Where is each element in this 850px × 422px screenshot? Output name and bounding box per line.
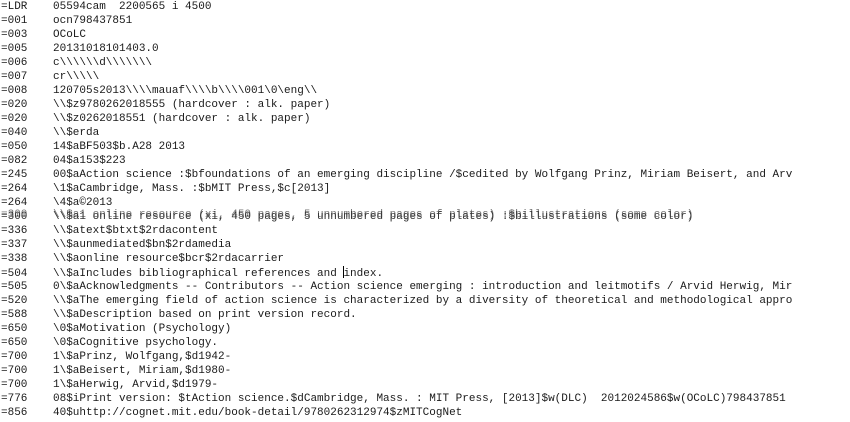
record-line-588[interactable]: =588 \\$aDescription based on print versi…: [1, 308, 792, 322]
field-tag: =264: [1, 197, 28, 209]
field-tag: =300: [1, 211, 28, 223]
record-line-505[interactable]: =505 0\$aAcknowledgments -- Contributors …: [1, 280, 792, 294]
field-tag: =700: [1, 365, 28, 377]
field-tag: =700: [1, 379, 28, 391]
field-content: \\$z9780262018555 (hardcover : alk. pape…: [53, 99, 331, 111]
field-content: cr\\\\\: [53, 71, 100, 83]
record-line-300[interactable]: =300 \\$a1 online resource (xi, 450 pages…: [1, 210, 792, 224]
field-content: \\$a1 online resource (xi, 450 pages, 5 …: [53, 211, 694, 223]
field-tag: =338: [1, 253, 28, 265]
field-content: 120705s2013\\\\mauaf\\\\b\\\\001\0\eng\\: [53, 85, 318, 97]
record-line-650[interactable]: =650 \0$aCognitive psychology.: [1, 336, 792, 350]
field-tag: =003: [1, 29, 28, 41]
field-tag: =020: [1, 113, 28, 125]
marc-record-editor[interactable]: =LDR 05594cam 2200565 i 4500 =001 ocn79843…: [0, 0, 850, 422]
field-content: \\$aThe emerging field of action science…: [53, 295, 793, 307]
record-line-700[interactable]: =700 1\$aPrinz, Wolfgang,$d1942-: [1, 350, 792, 364]
field-content: \0$aMotivation (Psychology): [53, 323, 232, 335]
record-line-007[interactable]: =007 cr\\\\\: [1, 70, 792, 84]
field-tag: =776: [1, 393, 28, 405]
field-tag: =050: [1, 141, 28, 153]
field-tag: =082: [1, 155, 28, 167]
record-line-337[interactable]: =337 \\$aunmediated$bn$2rdamedia: [1, 238, 792, 252]
record-line-504[interactable]: =504 \\$aIncludes bibliographical referen…: [1, 266, 792, 280]
field-content: \\$erda: [53, 127, 100, 139]
field-tag: =020: [1, 99, 28, 111]
field-content: 1\$aPrinz, Wolfgang,$d1942-: [53, 351, 232, 363]
field-tag: =520: [1, 295, 28, 307]
record-line-338[interactable]: =338 \\$aonline resource$bcr$2rdacarrier: [1, 252, 792, 266]
record-line-005[interactable]: =005 20131018101403.0: [1, 42, 792, 56]
field-content: 0\$aAcknowledgments -- Contributors -- A…: [53, 281, 793, 293]
record-line-856[interactable]: =856 40$uhttp://cognet.mit.edu/book-detai…: [1, 406, 792, 420]
record-line-001[interactable]: =001 ocn798437851: [1, 14, 792, 28]
field-tag: =505: [1, 281, 28, 293]
field-content: 20131018101403.0: [53, 43, 159, 55]
field-content: \\$z0262018551 (hardcover : alk. paper): [53, 113, 311, 125]
field-content: 04$a153$223: [53, 155, 126, 167]
record-line-650[interactable]: =650 \0$aMotivation (Psychology): [1, 322, 792, 336]
field-content: 00$aAction science :$bfoundations of an …: [53, 169, 793, 181]
record-line-520[interactable]: =520 \\$aThe emerging field of action sci…: [1, 294, 792, 308]
field-tag: =001: [1, 15, 28, 27]
record-line-336[interactable]: =336 \\$atext$btxt$2rdacontent: [1, 224, 792, 238]
field-tag: =650: [1, 337, 28, 349]
field-content: OCoLC: [53, 29, 87, 41]
field-content: \\$atext$btxt$2rdacontent: [53, 225, 219, 237]
record-line-040[interactable]: =040 \\$erda: [1, 126, 792, 140]
field-tag: =LDR: [1, 1, 28, 13]
record-line-006[interactable]: =006 c\\\\\\d\\\\\\\: [1, 56, 792, 70]
record-line-776[interactable]: =776 08$iPrint version: $tAction science.…: [1, 392, 792, 406]
record-line-020[interactable]: =020 \\$z0262018551 (hardcover : alk. pap…: [1, 112, 792, 126]
field-content-after-caret: index.: [343, 268, 384, 280]
record-line-008[interactable]: =008 120705s2013\\\\mauaf\\\\b\\\\001\0\e…: [1, 84, 792, 98]
field-content: 40$uhttp://cognet.mit.edu/book-detail/97…: [53, 407, 463, 419]
field-tag: =264: [1, 183, 28, 195]
field-content: 05594cam 2200565 i 4500: [53, 1, 212, 13]
field-content: \4$a©2013: [53, 197, 113, 209]
record-line-245[interactable]: =245 00$aAction science :$bfoundations of…: [1, 168, 792, 182]
field-content: \\$aDescription based on print version r…: [53, 309, 357, 321]
field-tag: =040: [1, 127, 28, 139]
field-tag: =245: [1, 169, 28, 181]
field-tag: =336: [1, 225, 28, 237]
record-line-ldr[interactable]: =LDR 05594cam 2200565 i 4500: [1, 0, 792, 14]
field-tag: =007: [1, 71, 28, 83]
field-content: 1\$aHerwig, Arvid,$d1979-: [53, 379, 219, 391]
field-tag: =588: [1, 309, 28, 321]
field-tag: =650: [1, 323, 28, 335]
field-content: ocn798437851: [53, 15, 133, 27]
record-line-700[interactable]: =700 1\$aBeisert, Miriam,$d1980-: [1, 364, 792, 378]
field-content: \\$aonline resource$bcr$2rdacarrier: [53, 253, 285, 265]
record-line-264[interactable]: =264 \1$aCambridge, Mass. :$bMIT Press,$c…: [1, 182, 792, 196]
field-content: \\$aunmediated$bn$2rdamedia: [53, 239, 232, 251]
record-line-082[interactable]: =082 04$a153$223: [1, 154, 792, 168]
field-tag: =005: [1, 43, 28, 55]
record-line-050[interactable]: =050 14$aBF503$b.A28 2013: [1, 140, 792, 154]
record-line-264[interactable]: =264 \4$a©2013: [1, 196, 792, 210]
field-content-before-caret: \\$aIncludes bibliographical references …: [53, 268, 344, 280]
field-content: \0$aCognitive psychology.: [53, 337, 219, 349]
field-tag: =504: [1, 268, 28, 280]
field-content: c\\\\\\d\\\\\\\: [53, 57, 153, 69]
field-tag: =856: [1, 407, 28, 419]
field-content: 14$aBF503$b.A28 2013: [53, 141, 186, 153]
field-tag: =008: [1, 85, 28, 97]
field-content: 1\$aBeisert, Miriam,$d1980-: [53, 365, 232, 377]
field-content: \1$aCambridge, Mass. :$bMIT Press,$c[201…: [53, 183, 331, 195]
field-content: 08$iPrint version: $tAction science.$dCa…: [53, 393, 786, 405]
record-line-700[interactable]: =700 1\$aHerwig, Arvid,$d1979-: [1, 378, 792, 392]
marc-record-lines: =LDR 05594cam 2200565 i 4500 =001 ocn79843…: [1, 0, 792, 420]
field-tag: =700: [1, 351, 28, 363]
field-tag: =006: [1, 57, 28, 69]
field-tag: =337: [1, 239, 28, 251]
record-line-003[interactable]: =003 OCoLC: [1, 28, 792, 42]
record-line-020[interactable]: =020 \\$z9780262018555 (hardcover : alk. …: [1, 98, 792, 112]
